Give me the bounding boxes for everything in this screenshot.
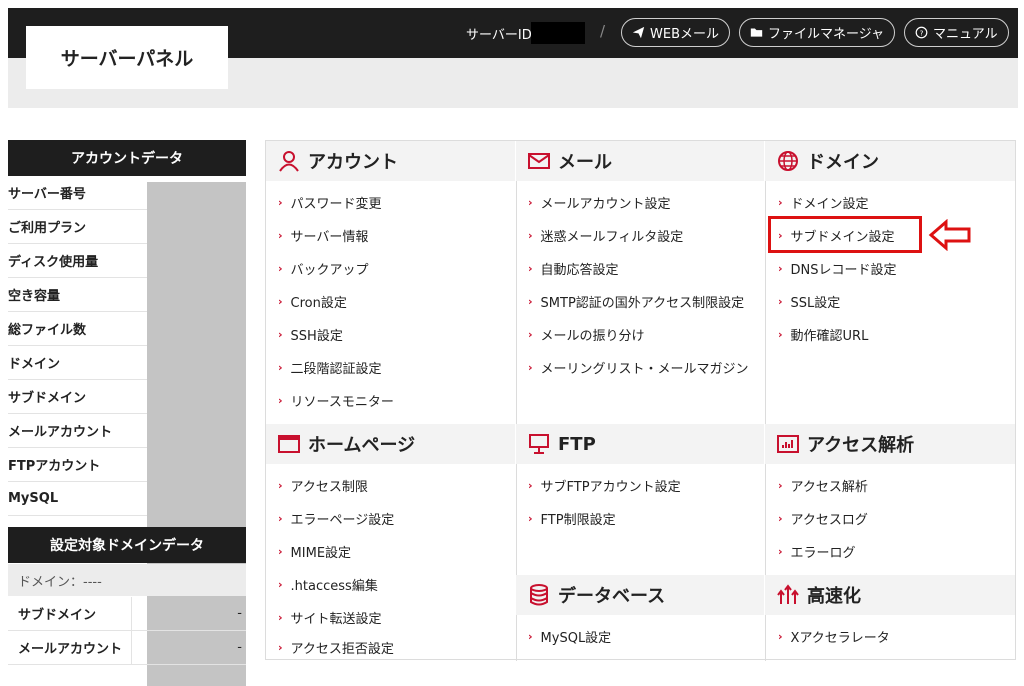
account-data-list: サーバー番号 ご利用プラン ディスク使用量 空き容量 総ファイル数 ドメイン サ…: [8, 176, 246, 686]
menu-item-site-redirect[interactable]: › サイト転送設定: [278, 608, 382, 627]
menu-item-sub-ftp[interactable]: › サブFTPアカウント設定: [528, 476, 681, 495]
menu-item-mail-sorting[interactable]: › メールの振り分け: [528, 325, 645, 344]
section-homepage-title: ホームページ: [308, 435, 416, 456]
section-domain-title: ドメイン: [807, 152, 879, 173]
server-id-label: サーバーID: [466, 28, 532, 43]
menu-item-error-log[interactable]: › エラーログ: [778, 542, 856, 561]
domain-data-key: サブドメイン: [18, 608, 97, 623]
server-panel-logo[interactable]: サーバーパネル: [26, 26, 228, 89]
server-id-redacted: [531, 22, 585, 44]
speed-arrows-icon: [777, 584, 799, 604]
account-row: MySQL: [8, 482, 147, 516]
left-arrow-icon: [928, 219, 971, 251]
menu-item-mailing-list[interactable]: › メーリングリスト・メールマガジン: [528, 358, 749, 377]
menu-item-resource-monitor[interactable]: › リソースモニター: [278, 391, 394, 410]
section-analytics-header: アクセス解析: [765, 424, 1015, 464]
menu-item-error-page[interactable]: › エラーページ設定: [278, 509, 394, 528]
question-circle-icon: ?: [915, 26, 928, 39]
section-domain-header: ドメイン: [765, 141, 1015, 181]
database-icon: [530, 584, 548, 606]
browser-window-icon: [278, 435, 300, 453]
section-account-header: アカウント: [266, 141, 515, 181]
section-mail-title: メール: [558, 152, 612, 173]
section-ftp-title: FTP: [558, 433, 596, 455]
header-separator: /: [600, 22, 606, 40]
menu-item-cron[interactable]: › Cron設定: [278, 292, 347, 311]
menu-item-password-change[interactable]: › パスワード変更: [278, 193, 382, 212]
monitor-icon: [529, 434, 549, 454]
menu-item-ssl[interactable]: › SSL設定: [778, 292, 840, 311]
menu-item-2fa[interactable]: › 二段階認証設定: [278, 358, 382, 377]
svg-text:?: ?: [920, 28, 924, 37]
menu-item-x-accelerator[interactable]: › Xアクセラレータ: [778, 627, 890, 646]
menu-item-access-log[interactable]: › アクセスログ: [778, 509, 868, 528]
subdomain-highlight-box: [768, 216, 922, 253]
section-ftp-header: FTP: [516, 424, 764, 464]
domain-data-value: -: [237, 640, 242, 655]
account-row: ドメイン: [8, 346, 147, 380]
manual-button[interactable]: ? マニュアル: [904, 18, 1009, 47]
menu-item-access-deny[interactable]: › アクセス拒否設定: [278, 638, 394, 657]
account-row: サブドメイン: [8, 380, 147, 414]
section-database-title: データベース: [558, 586, 666, 607]
account-row: 総ファイル数: [8, 312, 147, 346]
sidebar: アカウントデータ サーバー番号 ご利用プラン ディスク使用量 空き容量 総ファイ…: [8, 140, 246, 686]
section-homepage-header: ホームページ: [266, 424, 515, 464]
menu-item-spam-filter[interactable]: › 迷惑メールフィルタ設定: [528, 226, 683, 245]
menu-item-mysql[interactable]: › MySQL設定: [528, 627, 611, 646]
bar-chart-icon: [777, 435, 799, 453]
account-row: サーバー番号: [8, 176, 147, 210]
account-row: ご利用プラン: [8, 210, 147, 244]
account-row: メールアカウント: [8, 414, 147, 448]
menu-item-verify-url[interactable]: › 動作確認URL: [778, 325, 868, 344]
account-row: ディスク使用量: [8, 244, 147, 278]
menu-item-auto-reply[interactable]: › 自動応答設定: [528, 259, 619, 278]
menu-item-htaccess[interactable]: › .htaccess編集: [278, 575, 378, 594]
menu-item-access-analysis[interactable]: › アクセス解析: [778, 476, 868, 495]
account-row: 空き容量: [8, 278, 147, 312]
menu-item-smtp-restriction[interactable]: › SMTP認証の国外アクセス制限設定: [528, 292, 744, 311]
menu-item-ssh[interactable]: › SSH設定: [278, 325, 343, 344]
paper-plane-icon: [632, 26, 645, 39]
menu-item-ftp-restriction[interactable]: › FTP制限設定: [528, 509, 616, 528]
account-data-title: アカウントデータ: [8, 140, 246, 176]
domain-data-title: 設定対象ドメインデータ: [8, 527, 246, 563]
section-analytics-title: アクセス解析: [807, 435, 915, 456]
file-manager-label: ファイルマネージャ: [768, 27, 885, 42]
webmail-label: WEBメール: [650, 27, 719, 42]
menu-item-mime[interactable]: › MIME設定: [278, 542, 351, 561]
manual-label: マニュアル: [933, 27, 998, 42]
menu-item-access-restriction[interactable]: › アクセス制限: [278, 476, 368, 495]
domain-data-row: メールアカウント -: [8, 631, 246, 665]
account-row: FTPアカウント: [8, 448, 147, 482]
file-manager-button[interactable]: ファイルマネージャ: [739, 18, 896, 47]
domain-data-value: -: [237, 606, 242, 621]
menu-item-server-info[interactable]: › サーバー情報: [278, 226, 368, 245]
globe-icon: [778, 151, 798, 171]
menu-item-mail-account[interactable]: › メールアカウント設定: [528, 193, 671, 212]
section-account-title: アカウント: [308, 152, 398, 173]
menu-item-dns-records[interactable]: › DNSレコード設定: [778, 259, 897, 278]
section-mail-header: メール: [516, 141, 764, 181]
selected-domain: ドメイン：----: [8, 564, 246, 596]
domain-data-row: サブドメイン -: [8, 597, 246, 631]
menu-item-backup[interactable]: › バックアップ: [278, 259, 369, 278]
section-speed-title: 高速化: [807, 586, 861, 607]
section-speed-header: 高速化: [765, 575, 1015, 615]
user-icon: [279, 151, 299, 172]
section-database-header: データベース: [516, 575, 764, 615]
folder-icon: [750, 28, 763, 37]
domain-data-key: メールアカウント: [18, 642, 123, 657]
menu-item-domain-settings[interactable]: › ドメイン設定: [778, 193, 869, 212]
webmail-button[interactable]: WEBメール: [621, 18, 730, 47]
envelope-icon: [528, 153, 550, 169]
